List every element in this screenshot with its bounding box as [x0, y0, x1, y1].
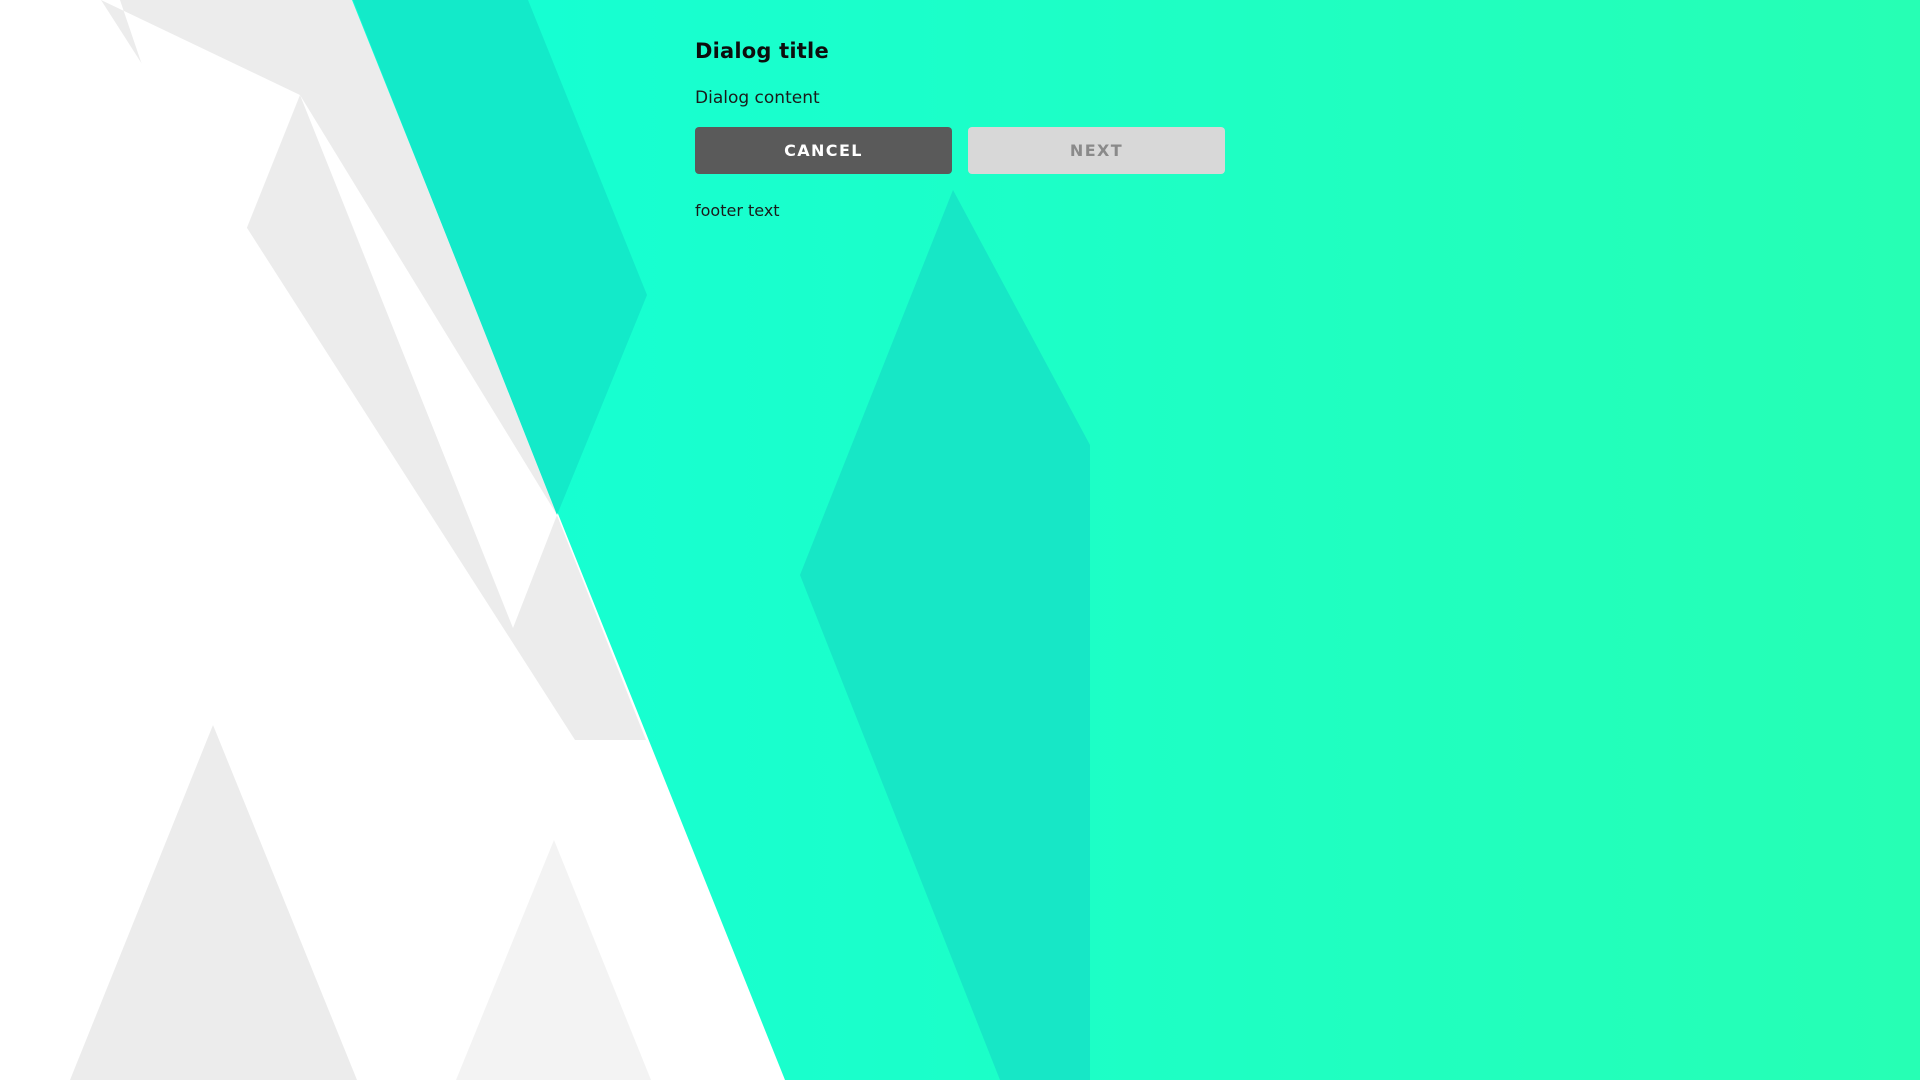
- next-button[interactable]: NEXT: [968, 127, 1225, 174]
- dialog: Dialog title Dialog content CANCEL NEXT …: [695, 37, 1225, 222]
- cancel-button[interactable]: CANCEL: [695, 127, 952, 174]
- dialog-footer-text: footer text: [695, 201, 780, 220]
- dialog-title: Dialog title: [695, 39, 829, 63]
- dialog-button-row: CANCEL NEXT: [695, 127, 1225, 174]
- dialog-content: Dialog content: [695, 88, 820, 108]
